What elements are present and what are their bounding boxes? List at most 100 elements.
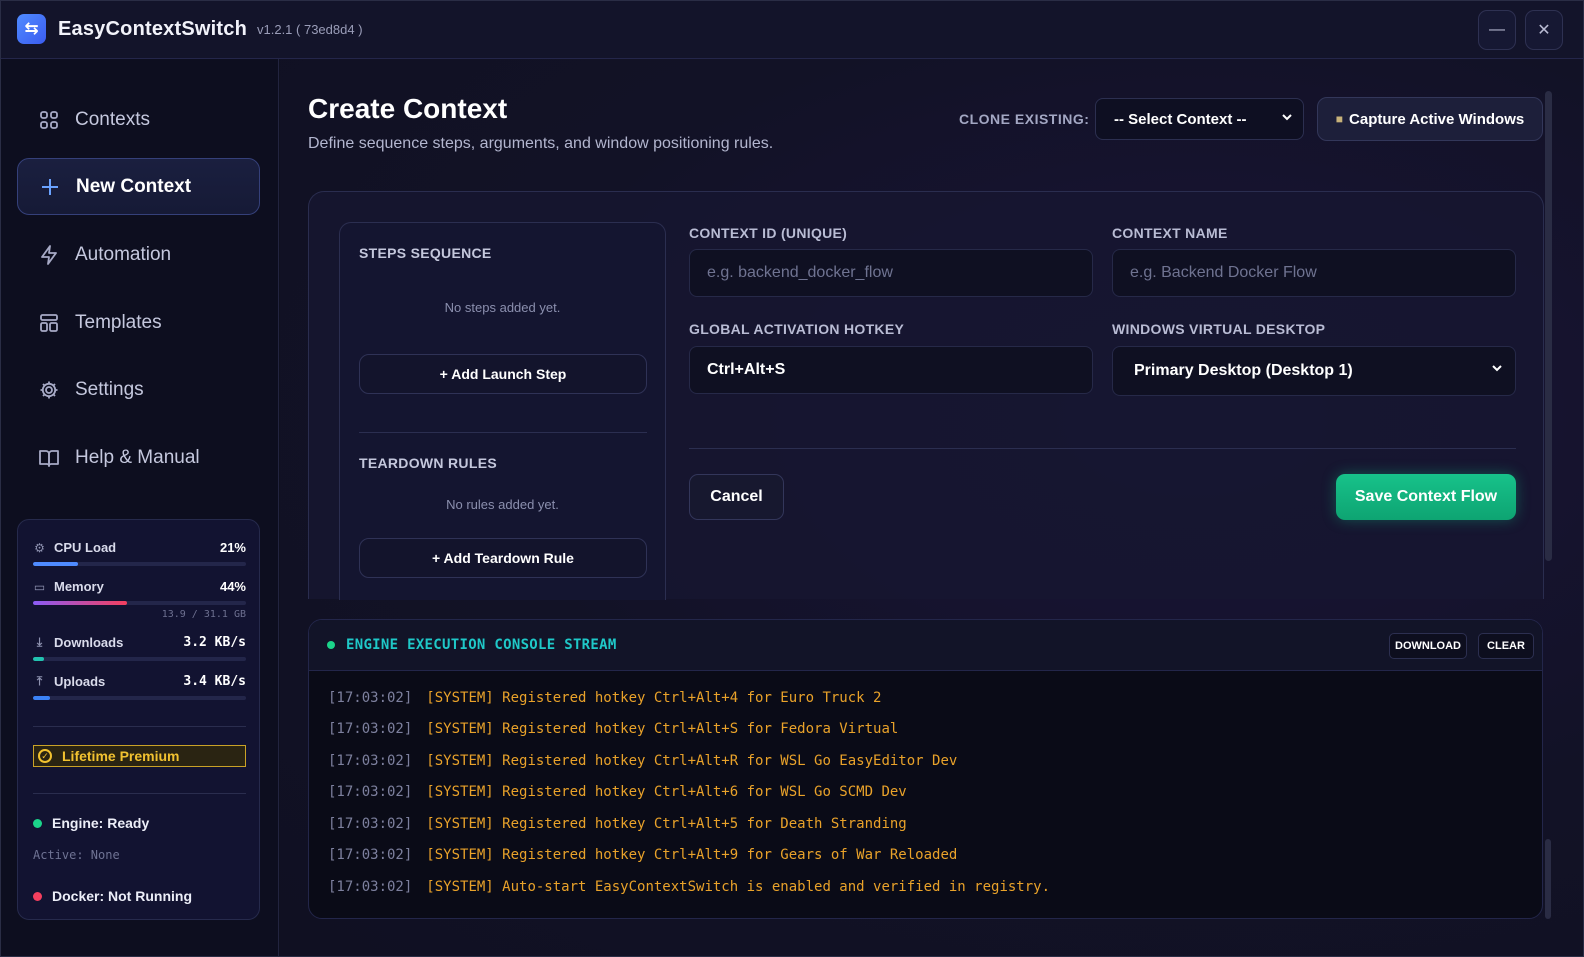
memory-bar [33, 601, 246, 605]
log-timestamp: [17:03:02] [328, 815, 413, 832]
cancel-button[interactable]: Cancel [689, 474, 784, 520]
uploads-label: Uploads [54, 674, 106, 689]
log-message: [SYSTEM] Registered hotkey Ctrl+Alt+R fo… [426, 752, 958, 769]
cpu-label: CPU Load [54, 540, 117, 555]
log-message: [SYSTEM] Registered hotkey Ctrl+Alt+5 fo… [426, 815, 907, 832]
context-name-input[interactable]: e.g. Backend Docker Flow [1112, 249, 1516, 297]
upload-icon: ⤒ [36, 674, 43, 688]
premium-label: Lifetime Premium [62, 748, 180, 764]
log-timestamp: [17:03:02] [328, 784, 413, 801]
console-clear-button[interactable]: CLEAR [1478, 633, 1534, 659]
page-subtitle: Define sequence steps, arguments, and wi… [308, 135, 774, 152]
downloads-bar-fill [33, 657, 44, 661]
uploads-stat: ⤒ Uploads 3.4 KB/s [33, 674, 246, 689]
close-icon: ✕ [1537, 22, 1551, 39]
add-launch-step-button[interactable]: + Add Launch Step [359, 354, 647, 394]
teardown-empty-message: No rules added yet. [446, 497, 559, 512]
minimize-icon: — [1489, 21, 1505, 38]
sidebar-item-contexts[interactable]: Contexts [17, 91, 260, 148]
console-download-button[interactable]: DOWNLOAD [1389, 633, 1467, 659]
console-title: ENGINE EXECUTION CONSOLE STREAM [327, 637, 617, 653]
layout-icon [38, 312, 60, 334]
memory-bar-fill [33, 601, 127, 605]
memory-detail: 13.9 / 31.1 GB [161, 609, 246, 620]
form-divider [689, 448, 1516, 449]
add-teardown-rule-button[interactable]: + Add Teardown Rule [359, 538, 647, 578]
sidebar-item-templates[interactable]: Templates [17, 294, 260, 351]
sidebar-item-label: Templates [75, 311, 162, 333]
close-button[interactable]: ✕ [1525, 10, 1563, 50]
chip-icon: ⚙ [34, 540, 45, 555]
engine-console: ENGINE EXECUTION CONSOLE STREAM DOWNLOAD… [308, 619, 1543, 919]
log-line: [17:03:02] [SYSTEM] Registered hotkey Ctr… [328, 777, 1528, 809]
gear-icon [38, 379, 60, 401]
context-id-input[interactable]: e.g. backend_docker_flow [689, 249, 1093, 297]
stats-divider [33, 726, 246, 727]
steps-panel: STEPS SEQUENCE No steps added yet. + Add… [339, 222, 666, 600]
console-status-dot [327, 641, 335, 649]
log-timestamp: [17:03:02] [328, 752, 413, 769]
log-message: [SYSTEM] Registered hotkey Ctrl+Alt+4 fo… [426, 689, 882, 706]
clone-context-select[interactable]: -- Select Context -- [1095, 98, 1304, 140]
title-bar[interactable]: ⇆ EasyContextSwitch v1.2.1 ( 73ed8d4 ) —… [1, 1, 1583, 59]
console-log[interactable]: [17:03:02] [SYSTEM] Registered hotkey Ctr… [328, 682, 1528, 903]
memory-value: 44% [219, 579, 246, 594]
book-icon [38, 447, 60, 469]
stats-divider [33, 793, 246, 794]
sidebar: Contexts New Context Automation Template… [1, 59, 279, 956]
page-title: Create Context [308, 93, 508, 124]
console-title-label: ENGINE EXECUTION CONSOLE STREAM [346, 637, 617, 653]
log-message: [SYSTEM] Registered hotkey Ctrl+Alt+S fo… [426, 721, 899, 738]
capture-active-windows-button[interactable]: ■ Capture Active Windows [1317, 97, 1543, 141]
sidebar-item-label: New Context [76, 175, 192, 197]
downloads-stat: ⤓ Downloads 3.2 KB/s [33, 635, 246, 650]
system-stats-panel: ⚙ CPU Load 21% ▭ Memory 44% 13.9 / 31.1 GB… [17, 519, 260, 920]
grid-icon [38, 109, 60, 131]
save-context-flow-button[interactable]: Save Context Flow [1336, 474, 1516, 520]
sidebar-item-new-context[interactable]: New Context [17, 158, 260, 215]
camera-icon: ■ [1335, 112, 1344, 126]
chevron-down-icon [1491, 362, 1503, 377]
log-timestamp: [17:03:02] [328, 721, 413, 738]
downloads-label: Downloads [54, 635, 124, 650]
lightning-icon [38, 244, 60, 266]
docker-status-dot [33, 891, 42, 901]
plus-icon [39, 176, 61, 198]
app-version: v1.2.1 ( 73ed8d4 ) [257, 22, 363, 37]
clone-select-value: -- Select Context -- [1114, 110, 1247, 128]
clone-existing-label: CLONE EXISTING: [959, 111, 1090, 127]
docker-status: Docker: Not Running [33, 888, 192, 904]
hotkey-label: GLOBAL ACTIVATION HOTKEY [689, 321, 905, 337]
check-circle-icon: ✓ [38, 749, 52, 763]
main-scrollbar[interactable] [1545, 91, 1552, 561]
console-scrollbar[interactable] [1545, 839, 1551, 919]
virtual-desktop-label: WINDOWS VIRTUAL DESKTOP [1112, 321, 1326, 337]
context-form-card: STEPS SEQUENCE No steps added yet. + Add… [308, 191, 1544, 600]
hotkey-input[interactable]: Ctrl+Alt+S [689, 346, 1093, 394]
cpu-bar [33, 562, 246, 566]
virtual-desktop-select[interactable]: Primary Desktop (Desktop 1) [1112, 346, 1516, 396]
app-title: EasyContextSwitch [58, 18, 248, 40]
active-context: Active: None [33, 848, 120, 862]
premium-badge: ✓ Lifetime Premium [33, 745, 246, 767]
log-line: [17:03:02] [SYSTEM] Registered hotkey Ctr… [328, 808, 1528, 840]
log-line: [17:03:02] [SYSTEM] Registered hotkey Ctr… [328, 682, 1528, 714]
minimize-button[interactable]: — [1478, 10, 1516, 50]
engine-status-dot [33, 818, 42, 828]
capture-button-label: Capture Active Windows [1349, 110, 1525, 128]
teardown-rules-title: TEARDOWN RULES [359, 455, 497, 471]
chevron-down-icon [1281, 111, 1293, 126]
uploads-value: 3.4 KB/s [183, 674, 246, 689]
sidebar-item-settings[interactable]: Settings [17, 361, 260, 418]
log-timestamp: [17:03:02] [328, 878, 413, 895]
sidebar-item-automation[interactable]: Automation [17, 226, 260, 283]
sidebar-item-label: Settings [75, 378, 144, 400]
swap-arrows-icon: ⇆ [17, 14, 46, 44]
log-line: [17:03:02] [SYSTEM] Auto-start EasyContex… [328, 871, 1528, 903]
sidebar-item-help[interactable]: Help & Manual [17, 429, 260, 486]
sidebar-item-label: Contexts [75, 108, 150, 130]
context-id-label: CONTEXT ID (UNIQUE) [689, 225, 848, 241]
log-message: [SYSTEM] Registered hotkey Ctrl+Alt+9 fo… [426, 847, 958, 864]
downloads-bar [33, 657, 246, 661]
log-message: [SYSTEM] Registered hotkey Ctrl+Alt+6 fo… [426, 784, 907, 801]
